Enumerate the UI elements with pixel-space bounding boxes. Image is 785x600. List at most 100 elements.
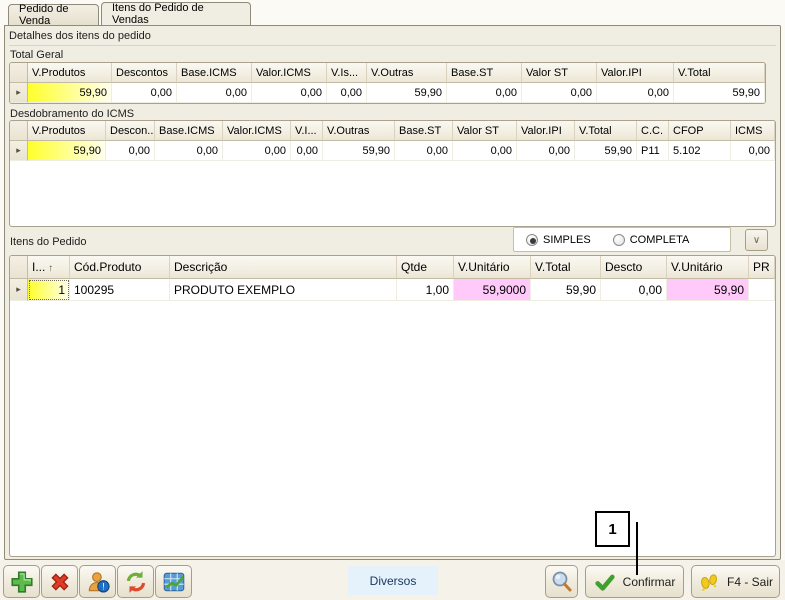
diversos-button[interactable]: Diversos (348, 566, 438, 595)
cell[interactable]: 5.102 (669, 141, 731, 161)
cell[interactable]: 1,00 (397, 279, 454, 301)
row-selector[interactable]: ▸ (10, 83, 28, 103)
cell[interactable]: 59,90 (28, 83, 112, 103)
cell[interactable]: 59,90 (531, 279, 601, 301)
column-header[interactable]: Base.ST (447, 63, 522, 83)
cell[interactable]: 1 (28, 279, 70, 301)
column-header[interactable]: V.Outras (367, 63, 447, 83)
column-header[interactable]: Base.ST (395, 121, 453, 141)
row-selector[interactable]: ▸ (10, 279, 28, 301)
tab-pedido-de-venda[interactable]: Pedido de Venda (8, 4, 99, 25)
column-header[interactable]: Valor ST (522, 63, 597, 83)
radio-simples[interactable]: SIMPLES (526, 234, 591, 246)
column-header[interactable]: V.Produtos (28, 63, 112, 83)
delete-button[interactable] (41, 565, 78, 598)
add-button[interactable] (3, 565, 40, 598)
cell[interactable]: 59,9000 (454, 279, 531, 301)
radio-unselected-icon (613, 234, 625, 246)
desdobramento-grid: V.ProdutosDescon...Base.ICMSValor.ICMSV.… (9, 120, 776, 227)
view-mode-panel: SIMPLES COMPLETA (513, 227, 731, 252)
column-header[interactable]: Descto (601, 256, 667, 279)
column-header[interactable]: Descontos (112, 63, 177, 83)
search-button[interactable] (545, 565, 578, 598)
column-header[interactable]: V.Total (674, 63, 765, 83)
cell[interactable]: 0,00 (453, 141, 517, 161)
svg-text:!: ! (102, 581, 105, 591)
chart-button[interactable] (155, 565, 192, 598)
selector-column-header (10, 121, 28, 141)
chevron-down-icon: ∨ (753, 235, 760, 246)
column-header[interactable]: C.C. (637, 121, 669, 141)
cell[interactable]: 59,90 (367, 83, 447, 103)
selector-column-header (10, 256, 28, 279)
cell[interactable]: 0,00 (177, 83, 252, 103)
refresh-icon (123, 569, 149, 595)
customer-alert-button[interactable]: ! (79, 565, 116, 598)
column-header[interactable]: Valor.ICMS (252, 63, 327, 83)
f4-sair-button[interactable]: F4 - Sair (691, 565, 780, 598)
column-header[interactable]: Valor.ICMS (223, 121, 291, 141)
column-header[interactable]: V.Unitário (667, 256, 749, 279)
column-header[interactable]: V.Unitário (454, 256, 531, 279)
column-header[interactable]: Qtde (397, 256, 454, 279)
cell[interactable]: 0,00 (112, 83, 177, 103)
cell[interactable]: 0,00 (395, 141, 453, 161)
column-header[interactable]: Valor.IPI (597, 63, 674, 83)
magnifier-icon (550, 570, 574, 594)
tab-itens-do-pedido[interactable]: Itens do Pedido de Vendas (101, 2, 251, 25)
column-header[interactable]: V.I... (291, 121, 323, 141)
cell[interactable]: 59,90 (28, 141, 106, 161)
radio-completa[interactable]: COMPLETA (613, 234, 690, 246)
selector-column-header (10, 63, 28, 83)
cell[interactable]: P11 (637, 141, 669, 161)
confirmar-button[interactable]: Confirmar (585, 565, 684, 598)
column-header[interactable]: Descrição (170, 256, 397, 279)
cell[interactable]: 0,00 (327, 83, 367, 103)
cell[interactable]: 0,00 (106, 141, 155, 161)
cell[interactable]: 100295 (70, 279, 170, 301)
cell[interactable]: 0,00 (447, 83, 522, 103)
radio-selected-icon (526, 234, 538, 246)
cell[interactable]: 0,00 (291, 141, 323, 161)
column-header[interactable]: PR (749, 256, 775, 279)
row-selector[interactable]: ▸ (10, 141, 28, 161)
column-header[interactable]: CFOP (669, 121, 731, 141)
cell[interactable]: 0,00 (252, 83, 327, 103)
grid-options-dropdown[interactable]: ∨ (745, 229, 768, 251)
column-header[interactable]: Descon... (106, 121, 155, 141)
cell[interactable]: 59,90 (667, 279, 749, 301)
column-header[interactable]: Base.ICMS (177, 63, 252, 83)
cell[interactable] (749, 279, 775, 301)
itens-title: Itens do Pedido (10, 236, 86, 248)
callout-1-label: 1 (608, 521, 616, 538)
cell[interactable]: 0,00 (517, 141, 575, 161)
column-header[interactable]: Valor ST (453, 121, 517, 141)
column-header[interactable]: Valor.IPI (517, 121, 575, 141)
cell[interactable]: 0,00 (731, 141, 775, 161)
cell[interactable]: 0,00 (597, 83, 674, 103)
column-header[interactable]: Cód.Produto (70, 256, 170, 279)
cell[interactable]: 59,90 (674, 83, 765, 103)
column-header[interactable]: Base.ICMS (155, 121, 223, 141)
column-header[interactable]: I... ↑ (28, 256, 70, 279)
column-header[interactable]: V.Total (531, 256, 601, 279)
cell[interactable]: 59,90 (575, 141, 637, 161)
delete-icon (47, 569, 73, 595)
cell[interactable]: PRODUTO EXEMPLO (170, 279, 397, 301)
column-header[interactable]: ICMS (731, 121, 775, 141)
tab-strip: Pedido de Venda Itens do Pedido de Venda… (0, 0, 785, 25)
cell[interactable]: 59,90 (323, 141, 395, 161)
confirmar-label: Confirmar (623, 575, 676, 589)
cell[interactable]: 0,00 (522, 83, 597, 103)
cell[interactable]: 0,00 (601, 279, 667, 301)
column-header[interactable]: V.Produtos (28, 121, 106, 141)
column-header[interactable]: V.Outras (323, 121, 395, 141)
column-header[interactable]: V.Total (575, 121, 637, 141)
cell[interactable]: 0,00 (223, 141, 291, 161)
tab-label: Pedido de Venda (19, 3, 88, 27)
refresh-button[interactable] (117, 565, 154, 598)
column-header[interactable]: V.Is... (327, 63, 367, 83)
check-icon (594, 571, 616, 593)
callout-1-box: 1 (595, 511, 630, 547)
cell[interactable]: 0,00 (155, 141, 223, 161)
